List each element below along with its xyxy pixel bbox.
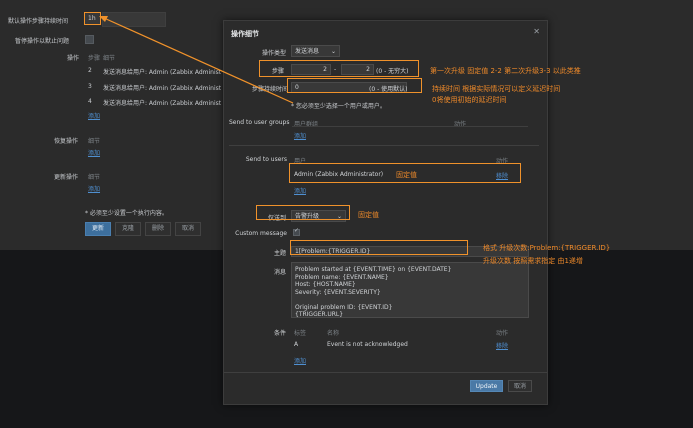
fixed-value-annotation: 固定值	[358, 211, 379, 219]
subject-format-annotation: 格式 升级次数:Problem:{TRIGGER.ID}	[483, 244, 611, 252]
duration-annotation-2: 0将使用初始的延迟时间	[432, 96, 507, 104]
duration-annotation-1: 持续时间 根据实际情况可以定义延迟时间	[432, 85, 561, 93]
fixed-value-annotation: 固定值	[396, 171, 417, 179]
annotation-arrow	[99, 16, 294, 104]
steps-annotation: 第一次升级 固定值 2-2 第二次升级3-3 以此类推	[430, 67, 581, 75]
subject-count-annotation: 升级次数 按照需求指定 由1递增	[483, 257, 583, 265]
